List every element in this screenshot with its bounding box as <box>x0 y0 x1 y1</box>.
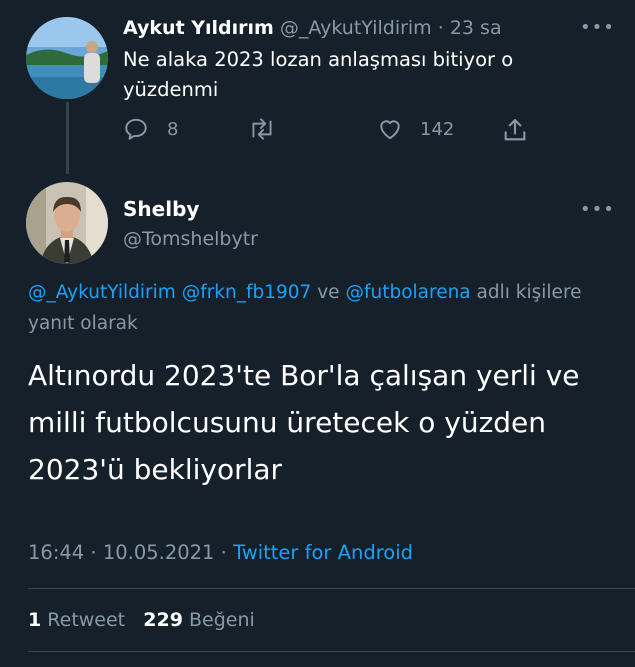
parent-tweet-actions: 8 142 <box>123 116 543 148</box>
reply-button[interactable]: 8 <box>123 116 178 142</box>
retweets-stat[interactable]: 1 Retweet <box>28 609 125 631</box>
tweet-stats: 1 Retweet 229 Beğeni <box>28 605 255 635</box>
tweet-text: Altınordu 2023'te Bor'la çalışan yerli v… <box>28 359 580 486</box>
tweet-meta: 16:44 · 10.05.2021 · Twitter for Android <box>28 538 413 568</box>
retweet-button[interactable] <box>247 116 277 142</box>
divider <box>28 651 635 652</box>
reply-count: 8 <box>167 118 179 140</box>
parent-tweet-text: Ne alaka 2023 lozan anlaşması bitiyor o … <box>123 48 514 101</box>
separator-dot: · <box>90 541 97 564</box>
reply-context: @_AykutYildirim @frkn_fb1907 ve @futbola… <box>28 277 608 339</box>
parent-tweet-time[interactable]: 23 sa <box>450 17 502 39</box>
thread-line <box>66 102 69 174</box>
separator-dot: · <box>220 541 227 564</box>
avatar[interactable] <box>26 182 108 264</box>
share-button[interactable] <box>501 116 529 144</box>
like-icon <box>380 120 400 140</box>
tweet-date[interactable]: 10.05.2021 <box>103 541 215 564</box>
reply-icon <box>125 118 147 140</box>
tweet-time[interactable]: 16:44 <box>28 541 84 564</box>
avatar[interactable] <box>26 17 108 99</box>
mention-link[interactable]: @futbolarena <box>345 282 470 303</box>
share-icon <box>504 119 526 141</box>
likes-label: Beğeni <box>188 609 255 631</box>
separator-dot: · <box>437 17 444 39</box>
avatar-image <box>26 182 108 264</box>
retweet-icon <box>252 118 272 140</box>
parent-tweet-header: Aykut Yıldırım @_AykutYildirim · 23 sa <box>123 14 502 42</box>
parent-author-name[interactable]: Aykut Yıldırım <box>123 17 274 39</box>
more-icon[interactable]: ••• <box>580 200 615 220</box>
mention-link[interactable]: @frkn_fb1907 <box>182 282 312 303</box>
tweet-source-link[interactable]: Twitter for Android <box>233 541 413 564</box>
more-icon[interactable]: ••• <box>580 18 615 38</box>
reply-connector: ve <box>317 282 340 303</box>
parent-author-handle[interactable]: @_AykutYildirim <box>280 17 432 39</box>
likes-count: 229 <box>143 609 183 631</box>
avatar-image <box>26 17 108 99</box>
like-count: 142 <box>420 118 455 140</box>
retweets-count: 1 <box>28 609 42 631</box>
mention-link[interactable]: @_AykutYildirim <box>28 282 176 303</box>
like-button[interactable]: 142 <box>376 116 454 142</box>
author-handle[interactable]: @Tomshelbytr <box>123 225 258 253</box>
retweets-label: Retweet <box>47 609 126 631</box>
likes-stat[interactable]: 229 Beğeni <box>143 609 255 631</box>
divider <box>28 588 635 589</box>
author-name[interactable]: Shelby <box>123 195 199 223</box>
